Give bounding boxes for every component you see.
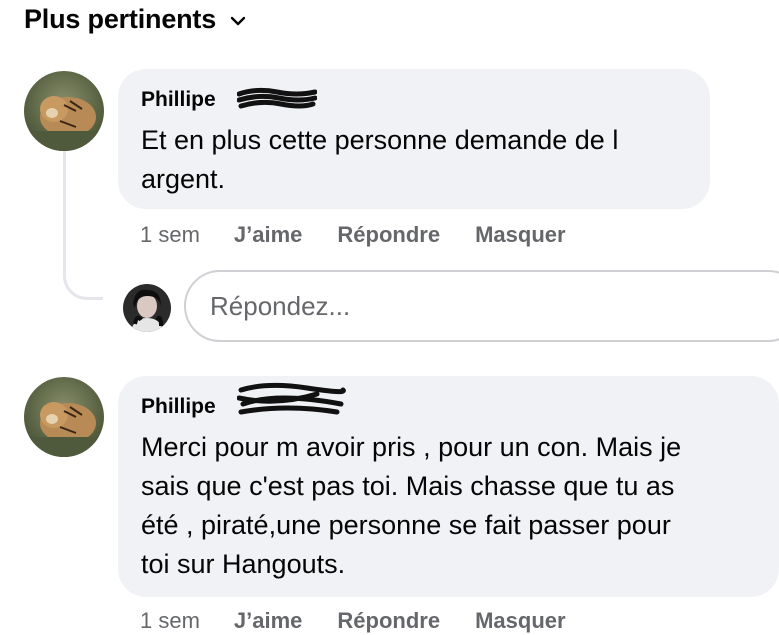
avatar[interactable] — [24, 377, 104, 457]
comment-text: Merci pour m avoir pris , pour un con. M… — [141, 432, 682, 579]
comment-timestamp[interactable]: 1 sem — [140, 608, 200, 634]
thread-connector — [63, 150, 103, 300]
comment-actions: 1 sem J’aime Répondre Masquer — [140, 608, 601, 634]
comment-bubble: Phillipe Merci pour m avoir pris , pour … — [118, 376, 779, 597]
comment-actions: 1 sem J’aime Répondre Masquer — [140, 222, 601, 248]
reply-input[interactable] — [184, 270, 779, 342]
current-user-avatar — [123, 284, 171, 332]
avatar[interactable] — [24, 71, 104, 151]
like-button[interactable]: J’aime — [234, 222, 303, 248]
comment-author[interactable]: Phillipe — [141, 88, 216, 112]
hide-button[interactable]: Masquer — [475, 608, 565, 634]
comment-timestamp[interactable]: 1 sem — [140, 222, 200, 248]
redaction-scribble — [236, 382, 347, 423]
comment-bubble: Phillipe Et en plus cette personne deman… — [118, 69, 710, 209]
sort-label: Plus pertinents — [24, 4, 217, 34]
reply-button[interactable]: Répondre — [337, 222, 440, 248]
sort-dropdown[interactable]: Plus pertinents — [24, 4, 246, 35]
redaction-scribble — [236, 86, 318, 117]
like-button[interactable]: J’aime — [234, 608, 303, 634]
hide-button[interactable]: Masquer — [475, 222, 565, 248]
reply-button[interactable]: Répondre — [337, 608, 440, 634]
comment-text: Et en plus cette personne demande de l a… — [141, 125, 619, 194]
comments-panel: Plus pertinents Phillipe Et en plus cett… — [0, 0, 779, 635]
chevron-down-icon — [230, 13, 246, 29]
comment-author[interactable]: Phillipe — [141, 395, 216, 419]
